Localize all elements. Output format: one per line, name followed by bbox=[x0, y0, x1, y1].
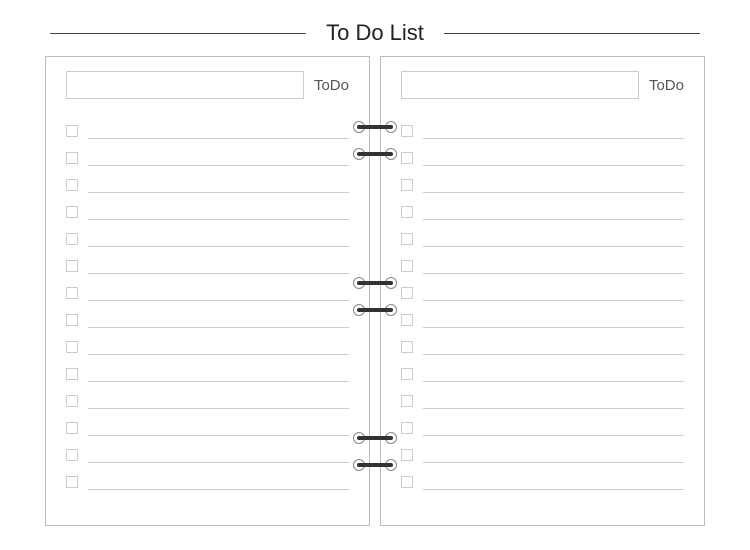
todo-checkbox[interactable] bbox=[66, 179, 78, 191]
list-item bbox=[401, 468, 684, 495]
todo-checkbox[interactable] bbox=[401, 314, 413, 326]
todo-text-input[interactable] bbox=[423, 231, 684, 247]
left-title-input[interactable] bbox=[66, 71, 304, 99]
todo-checkbox[interactable] bbox=[401, 125, 413, 137]
todo-text-input[interactable] bbox=[423, 123, 684, 139]
left-rows bbox=[66, 117, 349, 495]
todo-text-input[interactable] bbox=[88, 150, 349, 166]
list-item bbox=[66, 414, 349, 441]
notebook: ToDo ToDo bbox=[45, 56, 705, 526]
list-item bbox=[401, 306, 684, 333]
list-item bbox=[66, 171, 349, 198]
todo-checkbox[interactable] bbox=[401, 179, 413, 191]
todo-checkbox[interactable] bbox=[66, 125, 78, 137]
todo-text-input[interactable] bbox=[88, 393, 349, 409]
list-item bbox=[66, 117, 349, 144]
list-item bbox=[401, 441, 684, 468]
todo-text-input[interactable] bbox=[423, 258, 684, 274]
todo-checkbox[interactable] bbox=[66, 368, 78, 380]
list-item bbox=[66, 333, 349, 360]
header-rule-left bbox=[50, 33, 306, 34]
todo-text-input[interactable] bbox=[88, 420, 349, 436]
list-item bbox=[401, 171, 684, 198]
list-item bbox=[66, 387, 349, 414]
todo-checkbox[interactable] bbox=[401, 476, 413, 488]
todo-text-input[interactable] bbox=[88, 366, 349, 382]
todo-text-input[interactable] bbox=[423, 393, 684, 409]
todo-text-input[interactable] bbox=[423, 420, 684, 436]
right-page-header: ToDo bbox=[401, 71, 684, 99]
todo-text-input[interactable] bbox=[423, 312, 684, 328]
todo-text-input[interactable] bbox=[88, 285, 349, 301]
todo-text-input[interactable] bbox=[88, 231, 349, 247]
list-item bbox=[66, 144, 349, 171]
left-page-header: ToDo bbox=[66, 71, 349, 99]
todo-text-input[interactable] bbox=[88, 258, 349, 274]
header-rule-right bbox=[444, 33, 700, 34]
list-item bbox=[401, 279, 684, 306]
todo-checkbox[interactable] bbox=[401, 449, 413, 461]
list-item bbox=[401, 333, 684, 360]
todo-checkbox[interactable] bbox=[401, 233, 413, 245]
todo-checkbox[interactable] bbox=[66, 476, 78, 488]
page-title: To Do List bbox=[326, 20, 424, 46]
todo-checkbox[interactable] bbox=[66, 206, 78, 218]
list-item bbox=[401, 144, 684, 171]
list-item bbox=[401, 414, 684, 441]
todo-text-input[interactable] bbox=[88, 447, 349, 463]
right-title-input[interactable] bbox=[401, 71, 639, 99]
todo-checkbox[interactable] bbox=[66, 152, 78, 164]
todo-text-input[interactable] bbox=[423, 339, 684, 355]
todo-checkbox[interactable] bbox=[66, 341, 78, 353]
todo-text-input[interactable] bbox=[423, 285, 684, 301]
todo-checkbox[interactable] bbox=[401, 287, 413, 299]
left-todo-label: ToDo bbox=[314, 77, 349, 94]
right-page: ToDo bbox=[380, 56, 705, 526]
todo-checkbox[interactable] bbox=[401, 395, 413, 407]
todo-text-input[interactable] bbox=[88, 204, 349, 220]
list-item bbox=[66, 252, 349, 279]
todo-text-input[interactable] bbox=[423, 366, 684, 382]
todo-checkbox[interactable] bbox=[401, 260, 413, 272]
right-rows bbox=[401, 117, 684, 495]
todo-checkbox[interactable] bbox=[66, 395, 78, 407]
todo-checkbox[interactable] bbox=[401, 206, 413, 218]
left-page: ToDo bbox=[45, 56, 370, 526]
list-item bbox=[401, 252, 684, 279]
todo-text-input[interactable] bbox=[88, 339, 349, 355]
todo-checkbox[interactable] bbox=[401, 152, 413, 164]
todo-checkbox[interactable] bbox=[66, 422, 78, 434]
todo-checkbox[interactable] bbox=[401, 422, 413, 434]
list-item bbox=[401, 117, 684, 144]
list-item bbox=[401, 198, 684, 225]
todo-text-input[interactable] bbox=[88, 177, 349, 193]
list-item bbox=[401, 225, 684, 252]
todo-text-input[interactable] bbox=[88, 312, 349, 328]
todo-text-input[interactable] bbox=[88, 474, 349, 490]
todo-text-input[interactable] bbox=[423, 204, 684, 220]
list-item bbox=[401, 387, 684, 414]
todo-text-input[interactable] bbox=[423, 150, 684, 166]
list-item bbox=[66, 306, 349, 333]
todo-checkbox[interactable] bbox=[401, 368, 413, 380]
todo-checkbox[interactable] bbox=[66, 314, 78, 326]
todo-text-input[interactable] bbox=[88, 123, 349, 139]
todo-checkbox[interactable] bbox=[66, 260, 78, 272]
list-item bbox=[66, 360, 349, 387]
todo-text-input[interactable] bbox=[423, 474, 684, 490]
todo-text-input[interactable] bbox=[423, 177, 684, 193]
list-item bbox=[66, 225, 349, 252]
todo-checkbox[interactable] bbox=[401, 341, 413, 353]
page-header: To Do List bbox=[0, 0, 750, 56]
list-item bbox=[66, 279, 349, 306]
todo-checkbox[interactable] bbox=[66, 233, 78, 245]
right-todo-label: ToDo bbox=[649, 77, 684, 94]
list-item bbox=[66, 198, 349, 225]
todo-text-input[interactable] bbox=[423, 447, 684, 463]
todo-checkbox[interactable] bbox=[66, 449, 78, 461]
list-item bbox=[66, 468, 349, 495]
todo-checkbox[interactable] bbox=[66, 287, 78, 299]
list-item bbox=[401, 360, 684, 387]
list-item bbox=[66, 441, 349, 468]
